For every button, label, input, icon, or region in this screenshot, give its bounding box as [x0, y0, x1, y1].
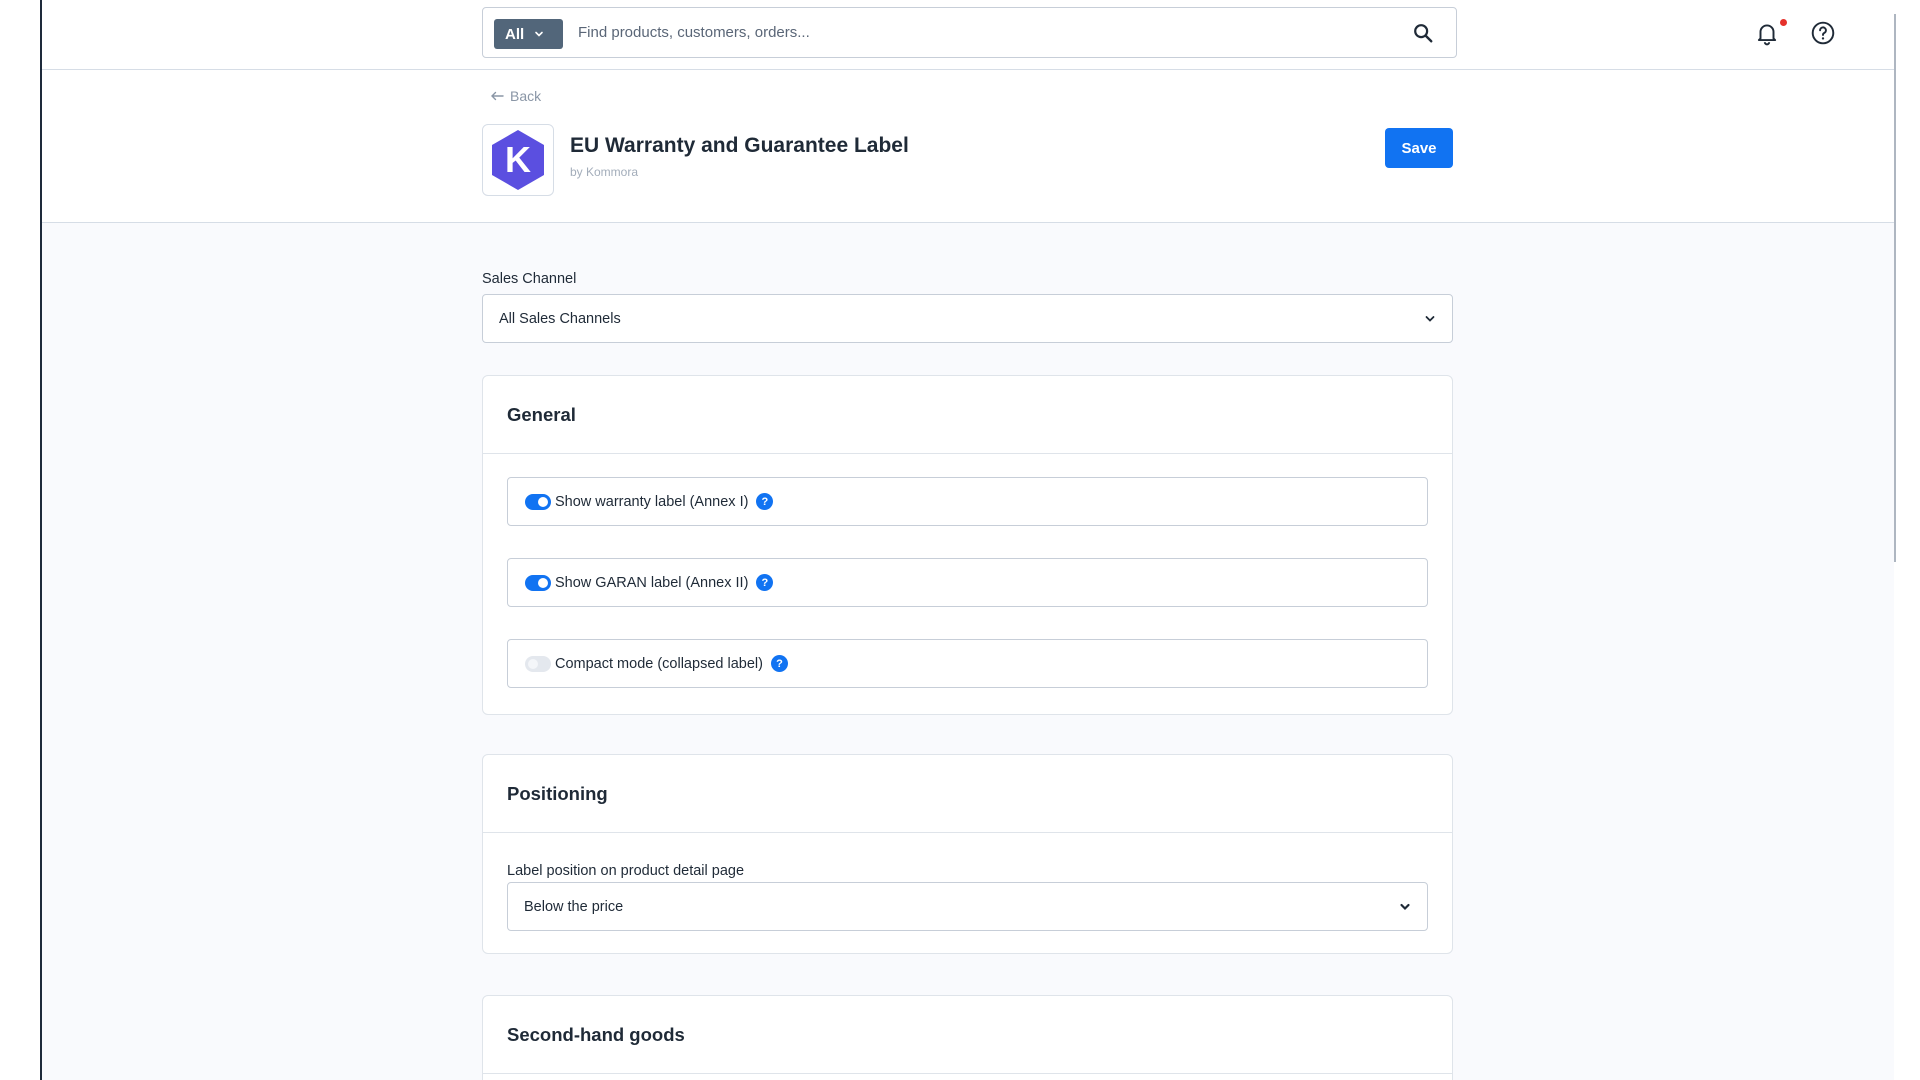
scrollbar[interactable]: [1894, 0, 1920, 1080]
arrow-left-icon: [491, 91, 504, 101]
search-type-dropdown[interactable]: All: [494, 19, 563, 49]
general-card: General Show warranty label (Annex I) ? …: [482, 375, 1453, 715]
scrollbar-thumb[interactable]: [1894, 14, 1896, 562]
help-icon[interactable]: ?: [756, 574, 774, 591]
sales-channel-label: Sales Channel: [482, 271, 577, 287]
search-input[interactable]: Find products, customers, orders...: [578, 24, 810, 41]
warranty-label-switch[interactable]: [525, 493, 551, 510]
chevron-down-icon: [1400, 903, 1410, 910]
bell-icon[interactable]: [1754, 20, 1780, 46]
help-icon[interactable]: [1810, 20, 1836, 46]
garan-label-switch[interactable]: [525, 574, 551, 591]
second-hand-card: Second-hand goods: [482, 995, 1453, 1080]
save-button[interactable]: Save: [1385, 128, 1453, 168]
compact-mode-toggle-row[interactable]: Compact mode (collapsed label) ?: [507, 639, 1428, 688]
positioning-card: Positioning Label position on product de…: [482, 754, 1453, 954]
warranty-label-toggle-row[interactable]: Show warranty label (Annex I) ?: [507, 477, 1428, 526]
toggle-label: Compact mode (collapsed label): [555, 655, 763, 672]
page-header: Back K EU Warranty and Guarantee Label b…: [42, 70, 1894, 223]
help-icon[interactable]: ?: [770, 655, 788, 672]
sales-channel-value: All Sales Channels: [499, 310, 621, 327]
label-position-label: Label position on product detail page: [507, 863, 745, 879]
notification-dot: [1780, 19, 1787, 26]
chevron-down-icon: [1425, 315, 1435, 322]
second-hand-card-title: Second-hand goods: [483, 996, 1452, 1074]
chevron-down-icon: [535, 31, 543, 37]
general-card-title: General: [483, 376, 1452, 454]
app-area: All Find products, customers, orders...: [42, 0, 1894, 1080]
top-bar: All Find products, customers, orders...: [42, 0, 1894, 70]
label-position-select[interactable]: Below the price: [507, 882, 1428, 931]
hexagon-logo-icon: K: [492, 130, 544, 190]
page-title: EU Warranty and Guarantee Label: [570, 134, 909, 157]
search-type-label: All: [505, 25, 525, 43]
toggle-label: Show warranty label (Annex I): [555, 493, 749, 510]
positioning-card-title: Positioning: [483, 755, 1452, 833]
compact-mode-switch[interactable]: [525, 655, 551, 672]
app-logo: K: [482, 124, 554, 196]
back-label: Back: [510, 88, 542, 104]
logo-letter: K: [505, 139, 531, 180]
left-rail: [0, 0, 42, 1080]
help-icon[interactable]: ?: [756, 493, 774, 510]
toggle-label: Show GARAN label (Annex II): [555, 574, 749, 591]
back-link[interactable]: Back: [490, 88, 541, 104]
label-position-value: Below the price: [524, 898, 624, 915]
search-icon[interactable]: [1412, 22, 1434, 44]
garan-label-toggle-row[interactable]: Show GARAN label (Annex II) ?: [507, 558, 1428, 607]
sales-channel-select[interactable]: All Sales Channels: [482, 294, 1453, 343]
app-vendor: by Kommora: [570, 165, 639, 179]
global-search[interactable]: All Find products, customers, orders...: [482, 7, 1457, 58]
